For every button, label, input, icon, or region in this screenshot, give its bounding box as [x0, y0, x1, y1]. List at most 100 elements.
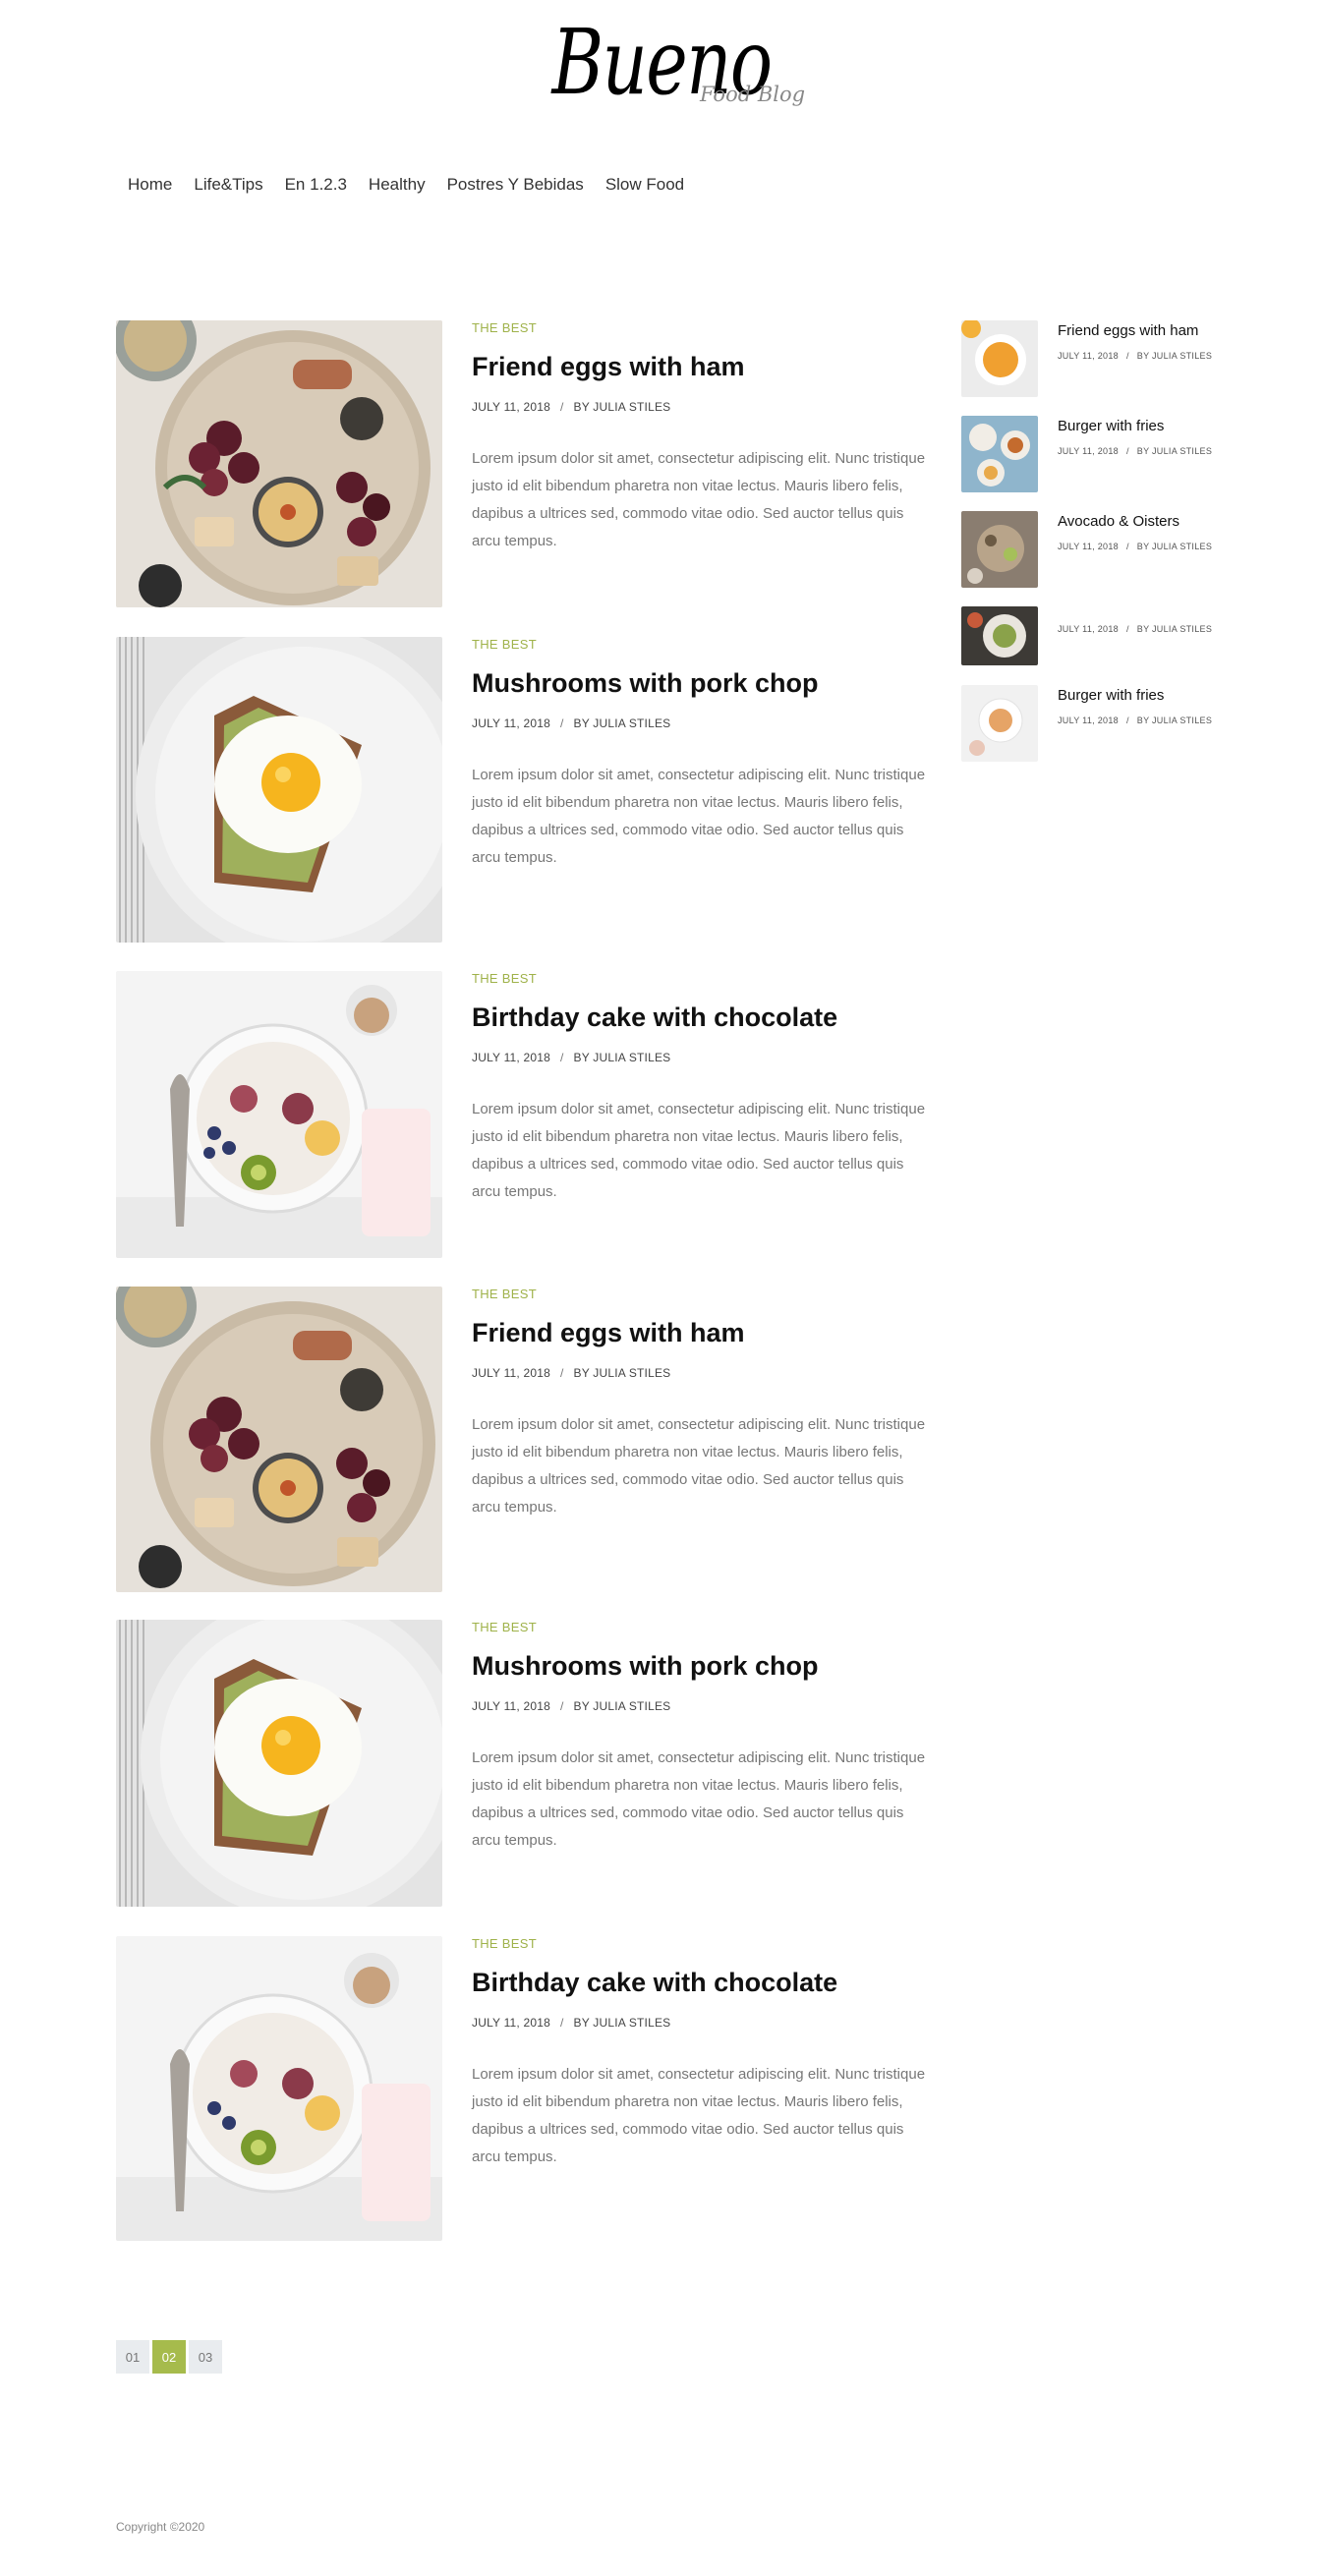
post-category[interactable]: THE BEST — [472, 971, 934, 986]
sidebar-post[interactable]: Burger with fries JULY 11, 2018/BY JULIA… — [961, 685, 1217, 764]
post-meta: JULY 11, 2018 / BY JULIA STILES — [472, 1699, 934, 1713]
post-excerpt: Lorem ipsum dolor sit amet, consectetur … — [472, 450, 926, 550]
post-author[interactable]: BY JULIA STILES — [574, 716, 671, 730]
sidebar-post-text: Burger with fries JULY 11, 2018 / BY JULIA… — [1058, 685, 1225, 725]
post-date: JULY 11, 2018 — [472, 1051, 550, 1065]
sidebar-post-author[interactable]: BY JULIA STILES — [1137, 351, 1212, 361]
nav-item-healthy[interactable]: Healthy — [369, 175, 426, 195]
sidebar-post-date: JULY 11, 2018 — [1058, 351, 1119, 361]
post-excerpt: Lorem ipsum dolor sit amet, consectetur … — [472, 1749, 926, 1850]
post-image[interactable] — [116, 637, 442, 943]
post-title[interactable]: Birthday cake with chocolate — [472, 1002, 934, 1033]
meta-separator: / — [1125, 542, 1129, 551]
post-meta: JULY 11, 2018 / BY JULIA STILES — [472, 1366, 934, 1380]
post-title[interactable]: Friend eggs with ham — [472, 351, 934, 382]
sidebar-post-title[interactable]: Avocado & Oisters — [1058, 511, 1225, 532]
sidebar-post-title[interactable]: Burger with fries — [1058, 685, 1225, 706]
sidebar-post-date: JULY 11, 2018 — [1058, 542, 1119, 551]
fruit-bowl-image — [116, 1936, 442, 2241]
post-author[interactable]: BY JULIA STILES — [574, 1366, 671, 1380]
site-logo[interactable]: Bueno — [0, 18, 1323, 108]
nav-item-en-123[interactable]: En 1.2.3 — [285, 175, 347, 195]
soup-bowl-image — [961, 320, 1038, 397]
sidebar-post[interactable]: JULY 11, 2018 / BY JULIA STILES — [961, 606, 1217, 685]
post-title[interactable]: Mushrooms with pork chop — [472, 667, 934, 699]
logo-subtitle: Food Blog — [700, 83, 806, 106]
post-author[interactable]: BY JULIA STILES — [574, 1699, 671, 1713]
meta-separator: / — [560, 716, 564, 731]
page-1-button[interactable]: 01 — [116, 2340, 149, 2374]
post-body: THE BEST Birthday cake with chocolate JU… — [472, 971, 934, 1206]
sidebar-post-meta: JULY 11, 2018 / BY JULIA STILES — [1058, 446, 1225, 456]
post-meta: JULY 11, 2018 / BY JULIA STILES — [472, 1051, 934, 1064]
sidebar-post[interactable]: Burger with fries JULY 11, 2018/BY JULIA… — [961, 416, 1217, 494]
meta-separator: / — [560, 1699, 564, 1714]
meta-separator: / — [560, 400, 564, 415]
post-date: JULY 11, 2018 — [472, 1699, 550, 1714]
copyright-text: Copyright ©2020 — [116, 2520, 205, 2534]
nav-item-slow-food[interactable]: Slow Food — [605, 175, 684, 195]
post-excerpt: Lorem ipsum dolor sit amet, consectetur … — [472, 1101, 926, 1201]
main-nav: Home Life&Tips En 1.2.3 Healthy Postres … — [116, 175, 706, 195]
sidebar-post[interactable]: Friend eggs with ham JULY 11, 2018/BY JU… — [961, 320, 1217, 399]
post-image[interactable] — [116, 1936, 442, 2241]
meta-separator: / — [1125, 624, 1129, 634]
nav-item-home[interactable]: Home — [128, 175, 172, 195]
nav-item-postres-y-bebidas[interactable]: Postres Y Bebidas — [447, 175, 584, 195]
post-category[interactable]: THE BEST — [472, 1936, 934, 1951]
post-body: THE BEST Friend eggs with ham JULY 11, 2… — [472, 1287, 934, 1521]
sidebar-post[interactable]: Avocado & Oisters JULY 11, 2018/BY JULIA… — [961, 511, 1217, 590]
post-meta: JULY 11, 2018 / BY JULIA STILES — [472, 716, 934, 730]
sidebar-post-author[interactable]: BY JULIA STILES — [1137, 446, 1212, 456]
post-date: JULY 11, 2018 — [472, 2016, 550, 2031]
post-body: THE BEST Friend eggs with ham JULY 11, 2… — [472, 320, 934, 555]
post-image[interactable] — [116, 1287, 442, 1592]
egg-toast-image — [116, 637, 442, 943]
sidebar-post-title[interactable]: Burger with fries — [1058, 416, 1225, 436]
sidebar-post-author[interactable]: BY JULIA STILES — [1137, 716, 1212, 725]
post-excerpt: Lorem ipsum dolor sit amet, consectetur … — [472, 1416, 926, 1517]
post-date: JULY 11, 2018 — [472, 1366, 550, 1381]
sidebar-thumbnail[interactable] — [961, 511, 1038, 588]
post-author[interactable]: BY JULIA STILES — [574, 2016, 671, 2030]
post-image[interactable] — [116, 1620, 442, 1907]
meta-separator: / — [1125, 716, 1129, 725]
post-category[interactable]: THE BEST — [472, 1620, 934, 1634]
post-title[interactable]: Birthday cake with chocolate — [472, 1967, 934, 1998]
post-title[interactable]: Friend eggs with ham — [472, 1317, 934, 1348]
pagination: 01 02 03 — [116, 2340, 225, 2374]
sidebar-thumbnail[interactable] — [961, 320, 1038, 397]
sidebar-post-text: JULY 11, 2018 / BY JULIA STILES — [1058, 606, 1225, 634]
salad-plate-image — [961, 606, 1038, 665]
sidebar-post-title[interactable]: Friend eggs with ham — [1058, 320, 1225, 341]
sidebar-post-author[interactable]: BY JULIA STILES — [1137, 624, 1212, 634]
food-platter-image — [116, 320, 442, 607]
sidebar-post-text: Avocado & Oisters JULY 11, 2018 / BY JULIA… — [1058, 511, 1225, 551]
post-image[interactable] — [116, 971, 442, 1258]
post-image[interactable] — [116, 320, 442, 607]
post-author[interactable]: BY JULIA STILES — [574, 400, 671, 414]
sidebar-post-text: Friend eggs with ham JULY 11, 2018 / BY JU… — [1058, 320, 1225, 361]
post-category[interactable]: THE BEST — [472, 320, 934, 335]
nav-item-life-tips[interactable]: Life&Tips — [194, 175, 262, 195]
sidebar-post-meta: JULY 11, 2018 / BY JULIA STILES — [1058, 624, 1225, 634]
post-category[interactable]: THE BEST — [472, 1287, 934, 1301]
post-category[interactable]: THE BEST — [472, 637, 934, 652]
meta-separator: / — [560, 2016, 564, 2031]
post-author[interactable]: BY JULIA STILES — [574, 1051, 671, 1064]
sidebar-thumbnail[interactable] — [961, 416, 1038, 492]
meta-separator: / — [560, 1366, 564, 1381]
post-title[interactable]: Mushrooms with pork chop — [472, 1650, 934, 1682]
avocado-oysters-image — [961, 511, 1038, 588]
sidebar-thumbnail[interactable] — [961, 606, 1038, 665]
post-date: JULY 11, 2018 — [472, 400, 550, 415]
post-body: THE BEST Mushrooms with pork chop JULY 1… — [472, 637, 934, 872]
post-meta: JULY 11, 2018 / BY JULIA STILES — [472, 400, 934, 414]
sidebar-post-author[interactable]: BY JULIA STILES — [1137, 542, 1212, 551]
sidebar-post-meta: JULY 11, 2018 / BY JULIA STILES — [1058, 542, 1225, 551]
sidebar-thumbnail[interactable] — [961, 685, 1038, 762]
page-3-button[interactable]: 03 — [189, 2340, 222, 2374]
post-body: THE BEST Birthday cake with chocolate JU… — [472, 1936, 934, 2171]
page-2-button[interactable]: 02 — [152, 2340, 186, 2374]
egg-toast-image — [116, 1620, 442, 1907]
